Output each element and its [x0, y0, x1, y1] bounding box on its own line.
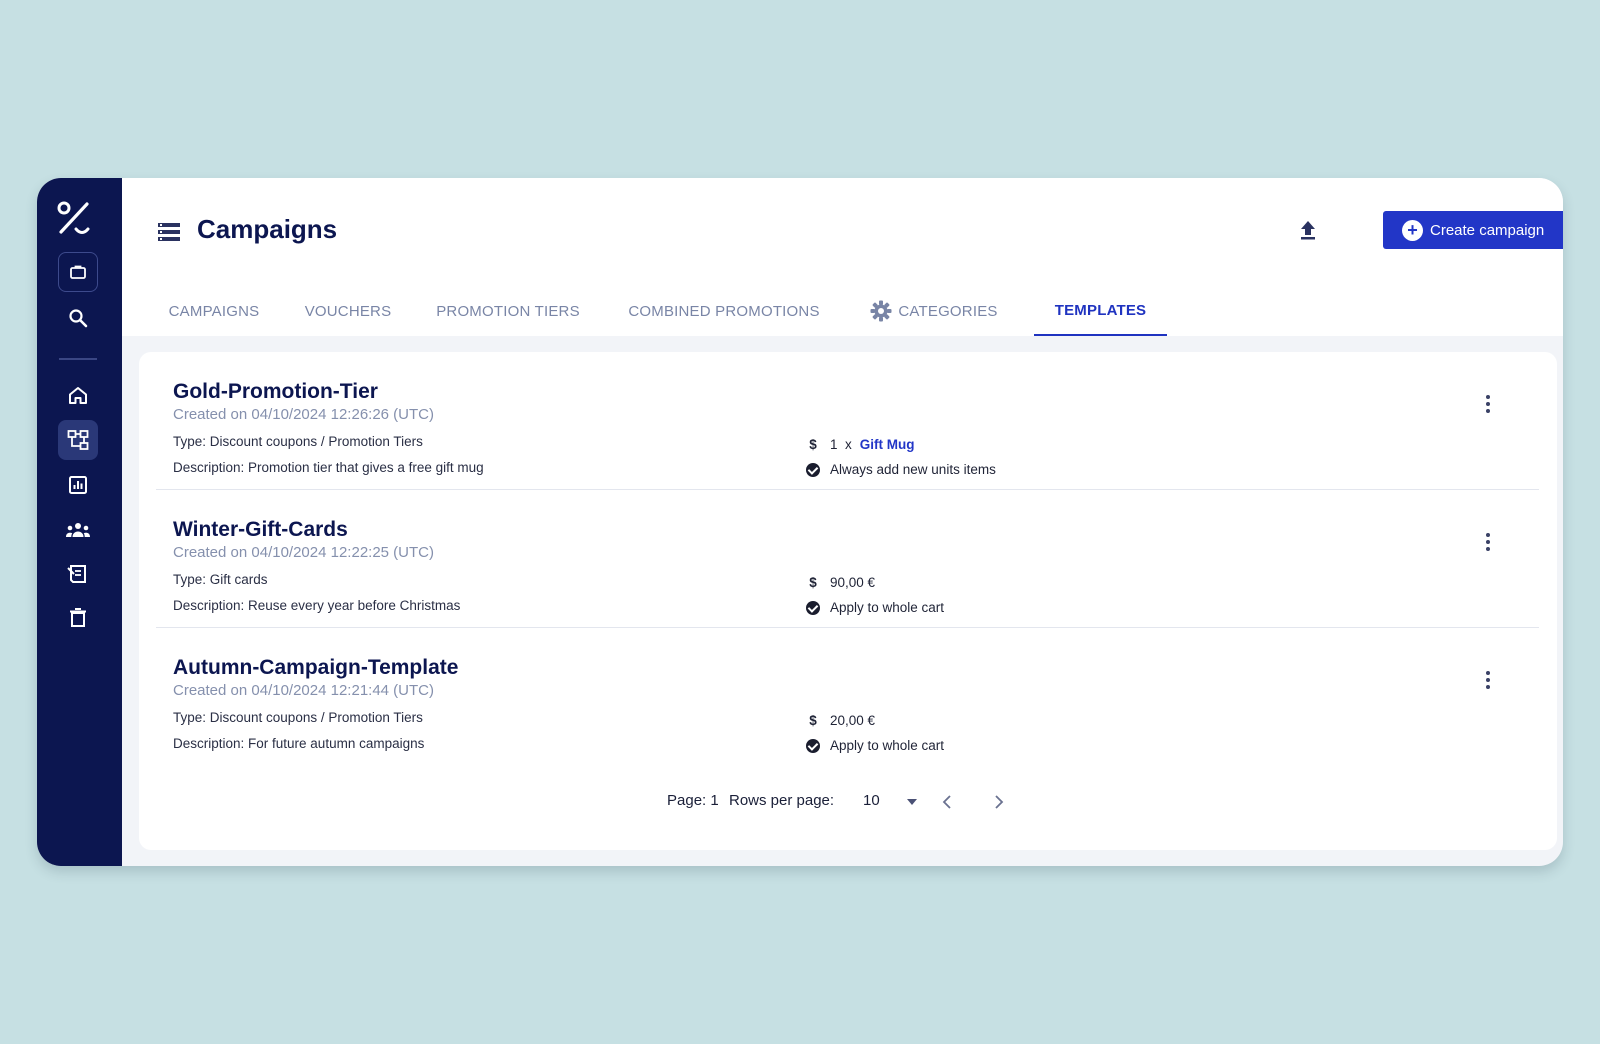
tab-categories-label: CATEGORIES — [898, 302, 998, 320]
logo-percent-icon[interactable] — [54, 198, 94, 238]
check-circle-icon — [806, 600, 820, 615]
template-description: Description: Reuse every year before Chr… — [173, 598, 461, 613]
next-page-icon[interactable] — [987, 790, 1011, 814]
template-value-prefix: 1 x — [830, 437, 852, 452]
page-label: Page: 1 — [667, 792, 719, 809]
template-created: Created on 04/10/2024 12:21:44 (UTC) — [173, 682, 434, 699]
export-doc-icon[interactable] — [58, 554, 98, 594]
template-value: $ 90,00 € — [806, 575, 875, 590]
template-description: Description: Promotion tier that gives a… — [173, 460, 484, 475]
create-campaign-label: Create campaign — [1430, 221, 1545, 239]
page-title: Campaigns — [197, 214, 338, 244]
template-row[interactable]: Autumn-Campaign-Template Created on 04/1… — [156, 628, 1539, 766]
trash-icon[interactable] — [58, 598, 98, 638]
template-row[interactable]: Gold-Promotion-Tier Created on 04/10/202… — [156, 352, 1539, 490]
template-value: $ 1 x Gift Mug — [806, 437, 915, 452]
templates-list: Gold-Promotion-Tier Created on 04/10/202… — [139, 352, 1557, 850]
template-value-text: 20,00 € — [830, 713, 876, 728]
tab-vouchers[interactable]: VOUCHERS — [296, 286, 400, 336]
page-header: Campaigns + Create campaign CAMPAIGNS VO… — [122, 178, 1563, 336]
briefcase-icon[interactable] — [58, 252, 98, 292]
list-icon — [157, 221, 181, 243]
tab-combined-promotions[interactable]: COMBINED PROMOTIONS — [616, 286, 832, 336]
tab-promotion-tiers[interactable]: PROMOTION TIERS — [422, 286, 594, 336]
gear-icon — [870, 300, 892, 322]
rows-per-page-label: Rows per page: — [729, 792, 835, 809]
template-option: Apply to whole cart — [806, 738, 944, 753]
template-option: Apply to whole cart — [806, 600, 944, 615]
more-options-icon[interactable] — [1476, 668, 1500, 692]
template-description: Description: For future autumn campaigns — [173, 736, 425, 751]
sidebar — [37, 178, 122, 866]
app-window: Campaigns + Create campaign CAMPAIGNS VO… — [37, 178, 1563, 866]
template-type: Type: Discount coupons / Promotion Tiers — [173, 710, 423, 725]
pagination: Page: 1 Rows per page: 10 — [139, 790, 1557, 814]
template-name[interactable]: Gold-Promotion-Tier — [173, 380, 378, 404]
tab-categories[interactable]: CATEGORIES — [860, 286, 1008, 336]
home-icon[interactable] — [58, 375, 98, 415]
template-option: Always add new units items — [806, 462, 996, 477]
template-row[interactable]: Winter-Gift-Cards Created on 04/10/2024 … — [156, 490, 1539, 628]
check-circle-icon — [806, 462, 820, 477]
template-name[interactable]: Autumn-Campaign-Template — [173, 656, 458, 680]
tab-bar: CAMPAIGNS VOUCHERS PROMOTION TIERS COMBI… — [122, 286, 1563, 336]
template-value: $ 20,00 € — [806, 713, 875, 728]
template-type: Type: Gift cards — [173, 572, 268, 587]
dollar-icon: $ — [809, 575, 817, 590]
template-option-text: Always add new units items — [830, 462, 996, 477]
tab-templates[interactable]: TEMPLATES — [1034, 286, 1167, 336]
check-circle-icon — [806, 738, 820, 753]
create-campaign-button[interactable]: + Create campaign — [1383, 211, 1563, 249]
template-type: Type: Discount coupons / Promotion Tiers — [173, 434, 423, 449]
analytics-icon[interactable] — [58, 465, 98, 505]
plus-circle-icon: + — [1402, 219, 1423, 241]
template-created: Created on 04/10/2024 12:26:26 (UTC) — [173, 406, 434, 423]
rows-per-page-select[interactable]: 10 — [851, 790, 921, 814]
prev-page-icon[interactable] — [935, 790, 959, 814]
dollar-icon: $ — [809, 437, 817, 452]
tab-campaigns[interactable]: CAMPAIGNS — [158, 286, 270, 336]
more-options-icon[interactable] — [1476, 392, 1500, 416]
campaigns-tree-icon[interactable] — [58, 420, 98, 460]
gift-mug-link[interactable]: Gift Mug — [860, 437, 915, 452]
template-value-text: 90,00 € — [830, 575, 876, 590]
template-created: Created on 04/10/2024 12:22:25 (UTC) — [173, 544, 434, 561]
audience-icon[interactable] — [58, 510, 98, 550]
dollar-icon: $ — [809, 713, 817, 728]
sidebar-divider — [59, 358, 97, 360]
template-name[interactable]: Winter-Gift-Cards — [173, 518, 348, 542]
more-options-icon[interactable] — [1476, 530, 1500, 554]
rows-per-page-value: 10 — [863, 792, 880, 809]
template-option-text: Apply to whole cart — [830, 600, 945, 615]
upload-icon[interactable] — [1294, 216, 1322, 244]
template-option-text: Apply to whole cart — [830, 738, 945, 753]
search-icon[interactable] — [58, 298, 98, 338]
caret-down-icon — [907, 799, 917, 805]
